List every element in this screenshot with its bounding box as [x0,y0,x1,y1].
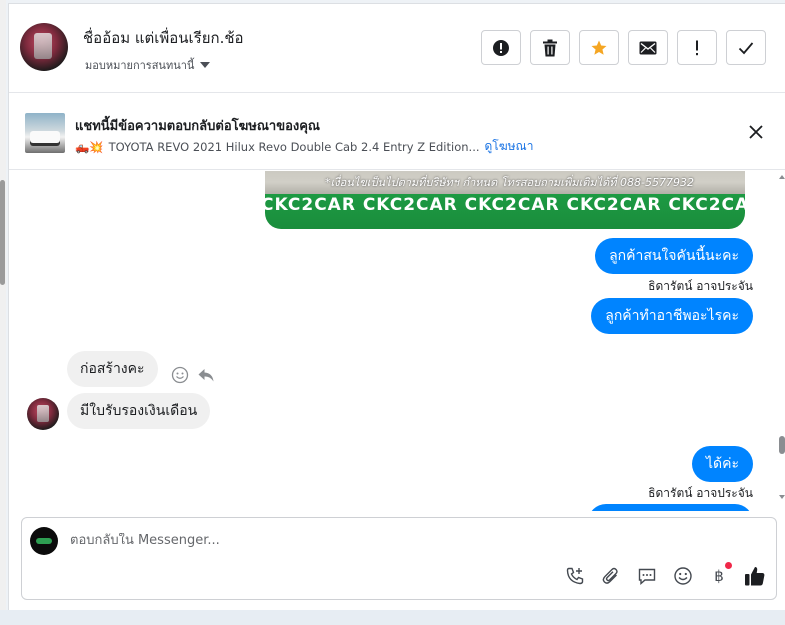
check-icon [738,41,754,54]
smiley-icon [674,567,692,585]
attach-button[interactable] [600,565,622,587]
reply-icon[interactable] [197,366,215,384]
outgoing-message-partial[interactable] [588,504,753,511]
page-avatar [30,527,58,555]
incoming-message[interactable]: ก่อสร้างคะ [67,351,158,387]
window-scrollbar[interactable] [0,0,6,625]
saved-replies-button[interactable] [636,565,658,587]
reply-input[interactable] [70,533,670,548]
exclamation-icon [696,40,698,55]
envelope-icon [639,41,657,54]
header-actions [481,30,766,65]
delete-button[interactable] [530,30,570,65]
contact-avatar[interactable] [20,23,68,71]
baht-icon: ฿ [714,567,724,585]
ad-image-message[interactable]: *เงื่อนไขเป็นไปตามที่บริษัทฯ กำหนด โทรสอ… [265,171,745,229]
mark-done-button[interactable] [726,30,766,65]
call-button[interactable] [564,565,586,587]
conversation-header: ชื่ออ้อม แต่เพื่อนเรียก.ช้อ มอบหมายการสน… [9,4,785,93]
emoji-button[interactable] [672,565,694,587]
message-actions [171,366,215,384]
notification-dot [725,562,732,569]
trash-icon [543,39,557,56]
scrollbar-thumb[interactable] [779,436,785,454]
outgoing-message[interactable]: ได้ค่ะ [691,446,753,482]
window-scrollbar-thumb[interactable] [0,180,5,285]
outgoing-message[interactable]: ลูกค้าทำอาชีพอะไรคะ [591,298,753,334]
message-list[interactable]: *เงื่อนไขเป็นไปตามที่บริษัทฯ กำหนด โทรสอ… [9,171,785,511]
scroll-up-arrow-icon[interactable] [779,175,785,179]
spam-button[interactable] [481,30,521,65]
incoming-message[interactable]: มีใบรับรองเงินเดือน [67,393,211,429]
react-smiley-icon[interactable] [171,366,189,384]
conversation-panel: ชื่ออ้อม แต่เพื่อนเรียก.ช้อ มอบหมายการสน… [8,3,785,610]
sender-name: ธิดารัตน์ อาจประจัน [648,279,753,293]
ad-description: TOYOTA REVO 2021 Hilux Revo Double Cab 2… [108,139,480,154]
star-icon [591,40,607,55]
reply-composer: ฿ [21,517,777,600]
ad-thumbnail[interactable] [25,113,65,153]
sender-name: ธิดารัตน์ อาจประจัน [648,486,753,500]
payment-button[interactable]: ฿ [708,562,732,587]
thumbs-up-icon [745,567,765,586]
scroll-down-arrow-icon[interactable] [779,495,785,499]
star-button[interactable] [579,30,619,65]
like-button[interactable] [744,565,766,587]
image-brand-text: CKC2CAR CKC2CAR CKC2CAR CKC2CAR CKC2CAR … [265,195,745,215]
composer-tools: ฿ [564,562,766,587]
outgoing-message[interactable]: ลูกค้าสนใจคันนี้นะคะ [595,238,753,274]
ad-banner-title: แชทนี้มีข้อความตอบกลับต่อโฆษณาของคุณ [75,119,320,134]
assign-label: มอบหมายการสนทนานี้ [85,59,195,72]
contact-avatar-small[interactable] [27,398,59,430]
message-list-scrollbar[interactable] [778,171,785,511]
view-ad-link[interactable]: ดูโฆษณา [485,137,534,156]
alert-circle-icon [493,39,509,56]
follow-up-button[interactable] [677,30,717,65]
image-caption-text: *เงื่อนไขเป็นไปตามที่บริษัทฯ กำหนด โทรสอ… [325,176,694,189]
paperclip-icon [602,567,618,584]
caret-down-icon [200,62,211,68]
contact-name[interactable]: ชื่ออ้อม แต่เพื่อนเรียก.ช้อ [83,26,244,50]
assign-conversation-dropdown[interactable]: มอบหมายการสนทนานี้ [85,56,211,74]
footer-band [0,610,785,625]
ad-reply-banner: แชทนี้มีข้อความตอบกลับต่อโฆษณาของคุณ 🛻💥 … [9,94,785,170]
chat-bubble-icon [638,568,656,586]
phone-plus-icon [566,567,584,585]
ad-banner-subtitle: 🛻💥 TOYOTA REVO 2021 Hilux Revo Double Ca… [75,137,533,156]
close-icon[interactable] [748,124,764,140]
ad-emoji: 🛻💥 [75,139,104,154]
mark-unread-button[interactable] [628,30,668,65]
